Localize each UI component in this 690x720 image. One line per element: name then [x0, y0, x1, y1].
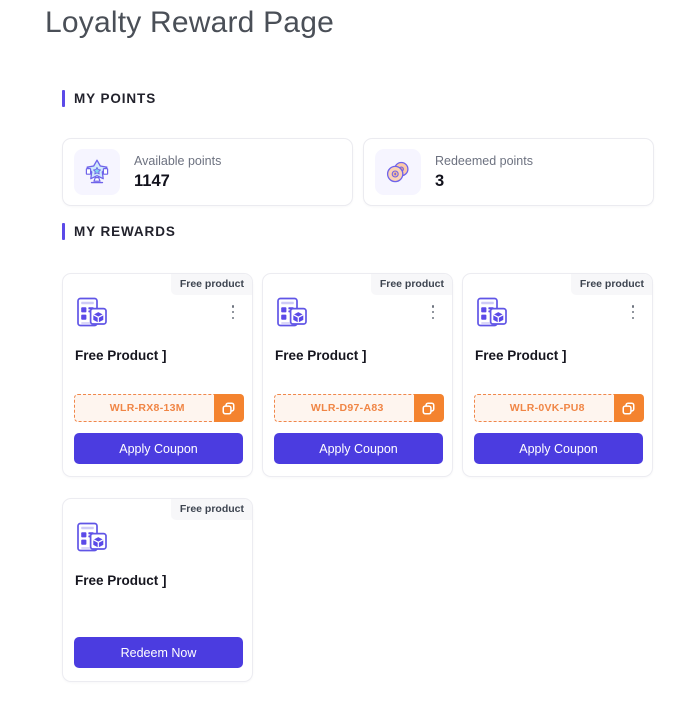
- section-heading-my-rewards: MY REWARDS: [62, 223, 176, 240]
- redeem-now-button[interactable]: Redeem Now: [74, 637, 243, 668]
- section-accent-bar: [62, 223, 65, 240]
- kebab-menu-icon[interactable]: [627, 304, 639, 320]
- copy-icon[interactable]: [413, 394, 444, 422]
- reward-card: Free product Free Product ] WLR-0VK-PU8 …: [462, 273, 653, 477]
- available-points-card: Available points 1147: [62, 138, 353, 206]
- status-badge: Free product: [170, 499, 252, 520]
- reward-title: Free Product ]: [75, 348, 167, 363]
- product-gift-icon: [75, 521, 109, 560]
- redeemed-points-card: Redeemed points 3: [363, 138, 654, 206]
- reward-title: Free Product ]: [475, 348, 567, 363]
- available-points-value: 1147: [134, 171, 170, 190]
- redeemed-points-text: Redeemed points 3: [435, 153, 533, 192]
- coupon-code-field: WLR-D97-A83: [274, 394, 444, 422]
- reward-title: Free Product ]: [75, 573, 167, 588]
- kebab-menu-icon[interactable]: [227, 304, 239, 320]
- status-badge: Free product: [570, 274, 652, 295]
- redeemed-points-value: 3: [435, 171, 445, 190]
- available-points-text: Available points 1147: [134, 153, 221, 192]
- status-badge: Free product: [370, 274, 452, 295]
- kebab-menu-icon[interactable]: [427, 304, 439, 320]
- product-gift-icon: [275, 296, 309, 335]
- section-heading-my-points: MY POINTS: [62, 90, 156, 107]
- reward-title: Free Product ]: [275, 348, 367, 363]
- reward-card: Free product Free Product ] WLR-D97-A83 …: [262, 273, 453, 477]
- apply-coupon-button[interactable]: Apply Coupon: [74, 433, 243, 464]
- section-heading-label: MY POINTS: [74, 91, 157, 106]
- page-title: Loyalty Reward Page: [45, 6, 334, 39]
- award-star-icon: [74, 149, 120, 195]
- redeemed-points-label: Redeemed points: [435, 153, 533, 168]
- apply-coupon-button[interactable]: Apply Coupon: [274, 433, 443, 464]
- coupon-code-text: WLR-RX8-13M: [109, 402, 185, 414]
- coupon-code-field: WLR-0VK-PU8: [474, 394, 644, 422]
- copy-icon[interactable]: [613, 394, 644, 422]
- coupon-code-text: WLR-0VK-PU8: [509, 402, 585, 414]
- reward-card: Free product Free Product ] Redeem Now: [62, 498, 253, 682]
- available-points-label: Available points: [134, 153, 222, 168]
- reward-card: Free product Free Product ] WLR-RX8-13M …: [62, 273, 253, 477]
- apply-coupon-button[interactable]: Apply Coupon: [474, 433, 643, 464]
- section-accent-bar: [62, 90, 65, 107]
- coupon-code-text: WLR-D97-A83: [310, 402, 384, 414]
- coupon-code-field: WLR-RX8-13M: [74, 394, 244, 422]
- coins-icon: [375, 149, 421, 195]
- copy-icon[interactable]: [213, 394, 244, 422]
- status-badge: Free product: [170, 274, 252, 295]
- section-heading-label: MY REWARDS: [74, 224, 176, 239]
- product-gift-icon: [75, 296, 109, 335]
- product-gift-icon: [475, 296, 509, 335]
